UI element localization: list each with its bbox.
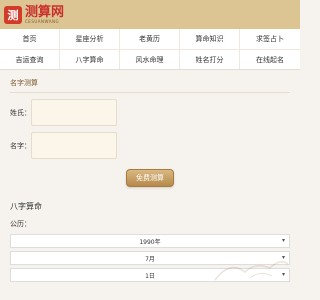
day-select-value: 1日: [145, 272, 155, 280]
nav-item-luck-query[interactable]: 吉运查询: [0, 50, 60, 69]
month-select[interactable]: 7月 ▾: [10, 251, 290, 265]
chevron-down-icon: ▾: [281, 271, 285, 278]
day-select[interactable]: 1日 ▾: [10, 268, 290, 282]
logo-text: 测算网 CESUANWANG: [25, 6, 64, 24]
header: 测 测算网 CESUANWANG: [0, 0, 300, 29]
name-test-title: 名字测算: [10, 79, 38, 87]
surname-label: 姓氏：: [10, 108, 31, 117]
bazi-section: 八字算命 公历： 1990年 ▾ 7月 ▾ 1日 ▾: [10, 199, 290, 282]
name-test-section: 名字测算 姓氏： 名字： 免费测算 八字算命 公历： 1990年 ▾ 7月 ▾ …: [0, 70, 300, 282]
section-divider: [10, 92, 290, 93]
nav-item-bazi[interactable]: 八字算命: [60, 50, 120, 69]
chevron-down-icon: ▾: [281, 237, 285, 244]
main-nav: 首页 星座分析 老黄历 算命知识 求签占卜 吉运查询 八字算命 风水命理 姓名打…: [0, 29, 300, 70]
bazi-title: 八字算命: [10, 201, 42, 211]
month-select-value: 7月: [145, 255, 155, 263]
logo-icon: 测: [4, 5, 22, 24]
name-row: 名字：: [10, 132, 290, 159]
surname-row: 姓氏：: [10, 99, 290, 126]
nav-item-fengshui[interactable]: 风水命理: [120, 50, 180, 69]
site-logo[interactable]: 测 测算网 CESUANWANG: [4, 5, 64, 24]
nav-item-name-score[interactable]: 姓名打分: [180, 50, 240, 69]
logo-subtitle: CESUANWANG: [25, 18, 60, 24]
nav-row-1: 首页 星座分析 老黄历 算命知识 求签占卜: [0, 29, 300, 49]
nav-item-naming[interactable]: 在线起名: [240, 50, 300, 69]
surname-input[interactable]: [31, 99, 117, 126]
nav-item-divination[interactable]: 求签占卜: [240, 29, 300, 49]
nav-item-horoscope[interactable]: 星座分析: [60, 29, 120, 49]
nav-item-home[interactable]: 首页: [0, 29, 60, 49]
free-test-button[interactable]: 免费测算: [126, 169, 174, 187]
nav-item-almanac[interactable]: 老黄历: [120, 29, 180, 49]
logo-title: 测算网: [25, 4, 65, 20]
submit-wrap: 免费测算: [10, 169, 290, 187]
year-select-value: 1990年: [139, 238, 161, 246]
chevron-down-icon: ▾: [281, 254, 285, 261]
name-input[interactable]: [31, 132, 117, 159]
calendar-label: 公历：: [10, 220, 31, 228]
name-label: 名字：: [10, 141, 31, 150]
nav-item-fortune-knowledge[interactable]: 算命知识: [180, 29, 240, 49]
year-select[interactable]: 1990年 ▾: [10, 234, 290, 248]
nav-row-2: 吉运查询 八字算命 风水命理 姓名打分 在线起名: [0, 49, 300, 69]
